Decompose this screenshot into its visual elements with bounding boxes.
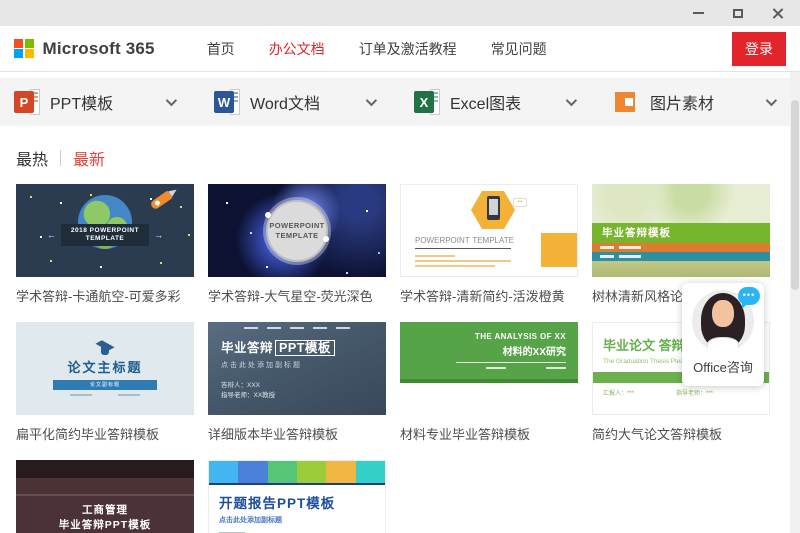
template-card: POWERPOINT TEMPLATE 学术答辩-大气星空-荧光深色 (208, 184, 386, 305)
assistant-label: Office咨询 (682, 357, 764, 376)
excel-icon: X (414, 89, 440, 115)
thumbnail-title: 开题报告PPT模板 (219, 492, 385, 512)
template-thumbnail[interactable]: 毕业答辩模板 (592, 184, 770, 277)
phone-icon (487, 196, 500, 220)
nav-item-office-docs[interactable]: 办公文档 (269, 39, 325, 59)
category-word[interactable]: W Word文档 (200, 78, 400, 126)
category-images[interactable]: 图片素材 (600, 78, 800, 126)
template-card: ••• POWERPOINT TEMPLATE 学术答辩-清新简约-活泼橙黄 (400, 184, 578, 305)
thumbnail-title: 毕业答辩模板 (592, 223, 770, 243)
thumbnail-subtitle: 材料的XX研究 (400, 343, 566, 358)
thumbnail-details: 汇报人：***指导老师：*** (603, 388, 769, 397)
template-thumbnail[interactable]: 开题报告PPT模板 点击此处添加副标题 (208, 460, 386, 533)
template-caption[interactable]: 简约大气论文答辩模板 (592, 424, 770, 443)
chevron-down-icon (566, 95, 577, 106)
thumbnail-title: POWERPOINT TEMPLATE (266, 200, 328, 262)
close-icon (772, 7, 784, 19)
graduation-cap-icon (94, 341, 116, 355)
template-caption[interactable]: 学术答辩-卡通航空-可爱多彩 (16, 286, 194, 305)
powerpoint-icon: P (14, 89, 40, 115)
brand-name: Microsoft 365 (43, 39, 155, 59)
filter-divider (60, 150, 61, 166)
template-caption[interactable]: 扁平化简约毕业答辩模板 (16, 424, 194, 443)
microsoft-logo-icon (14, 39, 34, 59)
arrow-left-icon: ← (47, 230, 56, 240)
nav-item-faq[interactable]: 常见问题 (491, 39, 547, 59)
template-card: ← 2018 POWERPOINTTEMPLATE → 学术答辩-卡通航空-可爱… (16, 184, 194, 305)
word-icon: W (214, 89, 240, 115)
chevron-down-icon (766, 95, 777, 106)
template-card: 开题报告PPT模板 点击此处添加副标题 (208, 460, 386, 533)
vertical-scrollbar[interactable] (790, 72, 800, 533)
filter-new[interactable]: 最新 (73, 146, 105, 170)
thumbnail-title: 工商管理毕业答辩PPT模板 (16, 494, 194, 533)
template-caption[interactable]: 学术答辩-大气星空-荧光深色 (208, 286, 386, 305)
category-bar: P PPT模板 W Word文档 X Excel图表 图片素材 (0, 78, 800, 126)
stars-decoration (226, 202, 228, 204)
window-titlebar (0, 0, 800, 26)
image-icon (614, 89, 640, 115)
minimize-icon (693, 12, 704, 14)
thumbnail-title: 2018 POWERPOINTTEMPLATE (61, 224, 149, 246)
app-header: Microsoft 365 首页 办公文档 订单及激活教程 常见问题 登录 (0, 26, 800, 72)
stars-decoration (30, 196, 32, 198)
main-nav: 首页 办公文档 订单及激活教程 常见问题 (207, 39, 547, 59)
template-card: 论文主标题 论文副标题 扁平化简约毕业答辩模板 (16, 322, 194, 443)
filter-hot[interactable]: 最热 (16, 146, 48, 170)
chevron-down-icon (166, 95, 177, 106)
speech-bubble-icon: ••• (513, 198, 527, 207)
template-thumbnail[interactable]: POWERPOINT TEMPLATE (208, 184, 386, 277)
thumbnail-title: POWERPOINT TEMPLATE (415, 235, 514, 246)
template-thumbnail[interactable]: THE ANALYSIS OF XX 材料的XX研究 (400, 322, 578, 415)
category-ppt[interactable]: P PPT模板 (0, 78, 200, 126)
close-button[interactable] (770, 5, 786, 21)
thumbnail-title: 论文主标题 (67, 357, 142, 376)
thumbnail-subtitle: 点击此处添加副标题 (219, 515, 385, 525)
template-card: 工商管理毕业答辩PPT模板 (16, 460, 194, 533)
template-thumbnail[interactable]: 工商管理毕业答辩PPT模板 (16, 460, 194, 533)
template-caption[interactable]: 学术答辩-清新简约-活泼橙黄 (400, 286, 578, 305)
minimize-button[interactable] (690, 5, 706, 21)
chevron-down-icon (366, 95, 377, 106)
thumbnail-title: THE ANALYSIS OF XX (400, 332, 566, 341)
template-card: 毕业答辩PPT模板 点击此处添加副标题 答辩人：XXX 指导老师：XX教授 详细… (208, 322, 386, 443)
nav-item-orders[interactable]: 订单及激活教程 (359, 39, 457, 59)
template-thumbnail[interactable]: ← 2018 POWERPOINTTEMPLATE → (16, 184, 194, 277)
template-caption[interactable]: 材料专业毕业答辩模板 (400, 424, 578, 443)
thumbnail-subtitle: 论文副标题 (53, 380, 157, 390)
category-excel[interactable]: X Excel图表 (400, 78, 600, 126)
filter-bar: 最热 最新 (0, 126, 800, 170)
thumbnail-details: 答辩人：XXX 指导老师：XX教授 (221, 381, 386, 401)
chat-bubble-icon: ••• (738, 287, 760, 305)
app-window: Microsoft 365 首页 办公文档 订单及激活教程 常见问题 登录 P … (0, 0, 800, 533)
thumbnail-subtitle: 点击此处添加副标题 (221, 360, 386, 370)
office-assistant-widget[interactable]: ••• Office咨询 (682, 283, 764, 386)
maximize-button[interactable] (730, 5, 746, 21)
login-button[interactable]: 登录 (732, 32, 786, 66)
rocket-icon (149, 191, 172, 211)
brand: Microsoft 365 (14, 39, 155, 59)
maximize-icon (733, 9, 743, 18)
scrollbar-thumb[interactable] (791, 100, 799, 290)
thumbnail-title: 毕业答辩PPT模板 (221, 337, 386, 356)
template-grid: ← 2018 POWERPOINTTEMPLATE → 学术答辩-卡通航空-可爱… (0, 170, 800, 533)
template-thumbnail[interactable]: 毕业答辩PPT模板 点击此处添加副标题 答辩人：XXX 指导老师：XX教授 (208, 322, 386, 415)
template-card: THE ANALYSIS OF XX 材料的XX研究 材料专业毕业答辩模板 (400, 322, 578, 443)
template-thumbnail[interactable]: 论文主标题 论文副标题 (16, 322, 194, 415)
orange-block-decoration (541, 233, 577, 267)
template-caption[interactable]: 详细版本毕业答辩模板 (208, 424, 386, 443)
color-strip-decoration (209, 461, 385, 483)
template-thumbnail[interactable]: ••• POWERPOINT TEMPLATE (400, 184, 578, 277)
arrow-right-icon: → (154, 230, 163, 240)
nav-item-home[interactable]: 首页 (207, 39, 235, 59)
